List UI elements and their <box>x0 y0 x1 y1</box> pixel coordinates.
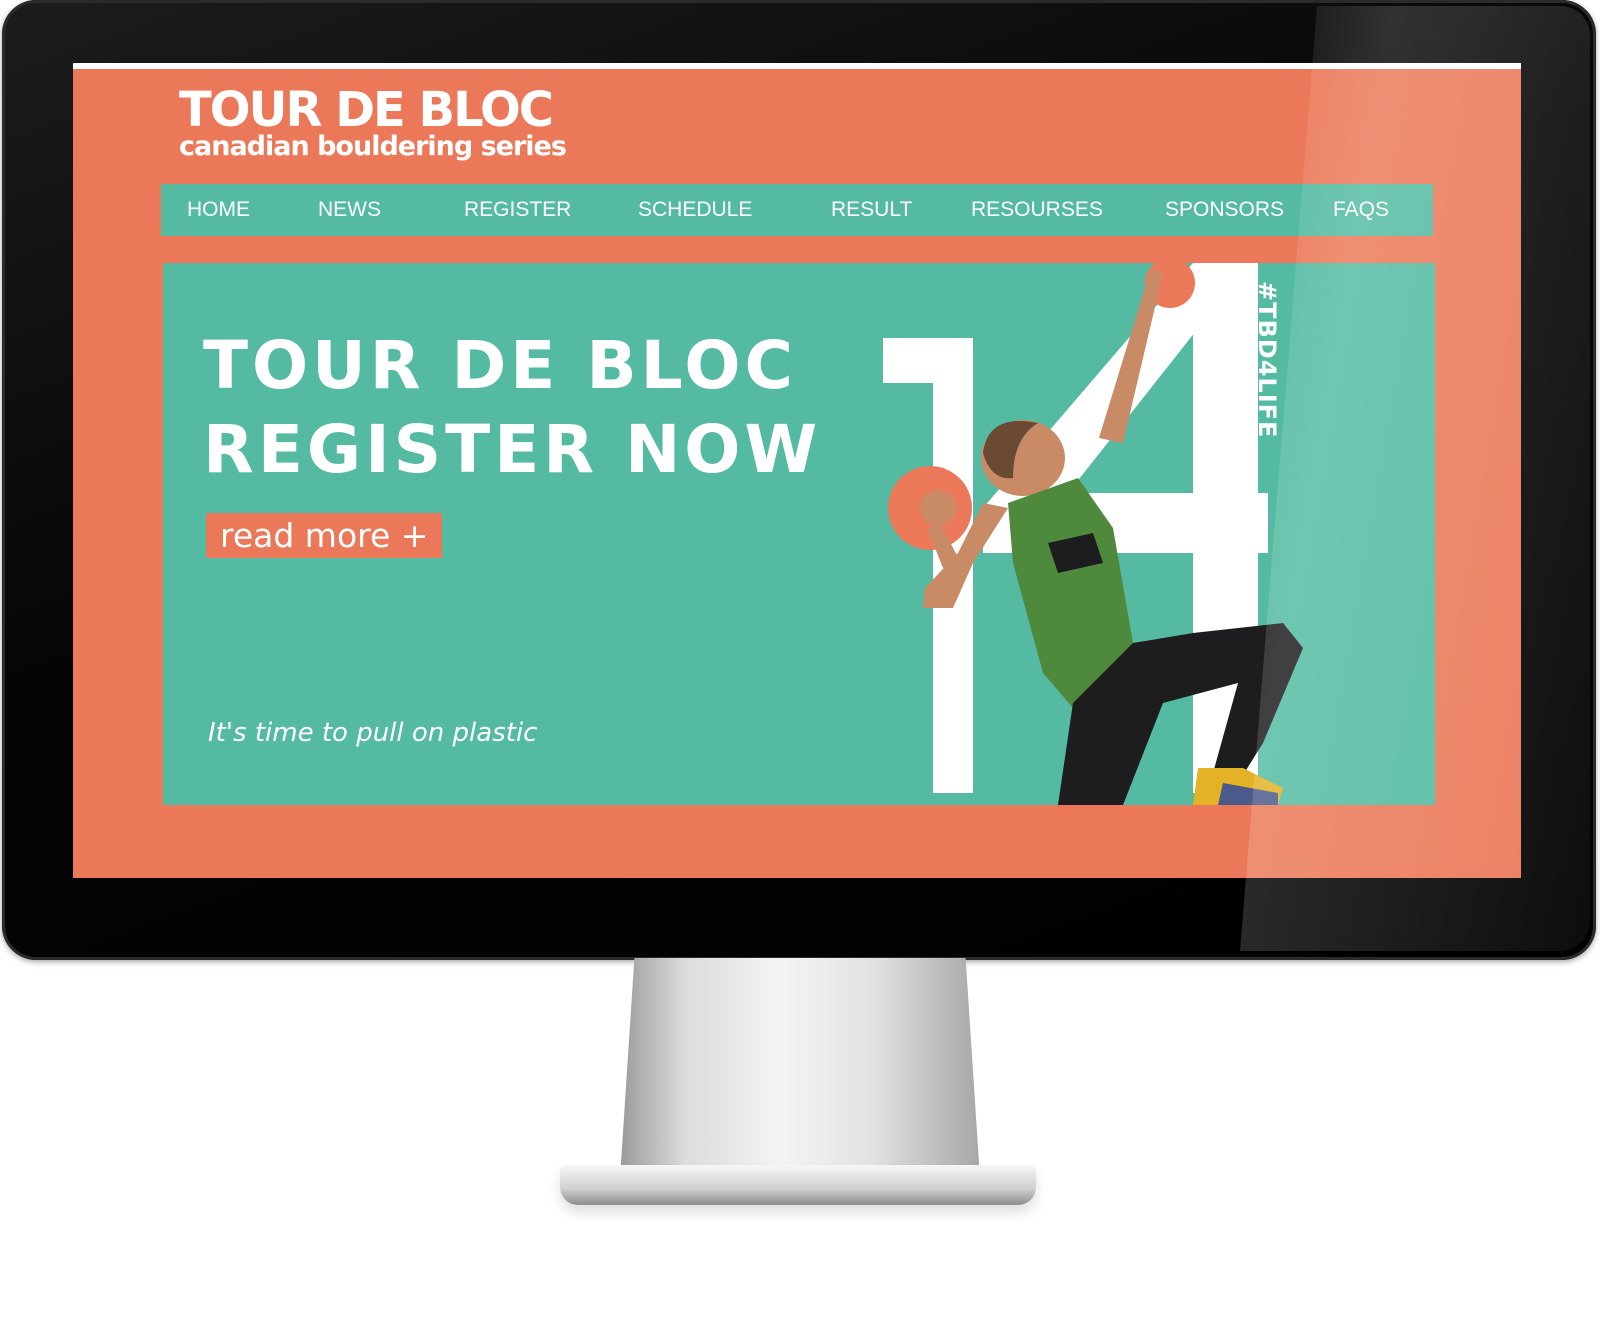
logo-title: TOUR DE BLOC <box>179 82 554 138</box>
website-screen: TOUR DE BLOC canadian bouldering series … <box>73 63 1521 878</box>
site-logo[interactable]: TOUR DE BLOC canadian bouldering series <box>179 82 567 162</box>
hashtag-label: #TBD4LIFE <box>1253 281 1281 439</box>
main-nav: HOME NEWS REGISTER SCHEDULE RESULT RESOU… <box>161 184 1433 236</box>
nav-item-home[interactable]: HOME <box>187 198 250 222</box>
nav-item-result[interactable]: RESULT <box>831 198 912 222</box>
hero-banner: TOUR DE BLOC REGISTER NOW read more + It… <box>163 263 1435 805</box>
read-more-button[interactable]: read more + <box>206 513 443 558</box>
nav-item-sponsors[interactable]: SPONSORS <box>1165 198 1284 222</box>
hero-headline-2: REGISTER NOW <box>203 411 822 488</box>
nav-item-resourses[interactable]: RESOURSES <box>971 198 1103 222</box>
logo-subtitle: canadian bouldering series <box>179 131 567 162</box>
monitor-stand-base <box>560 1165 1036 1205</box>
nav-item-news[interactable]: NEWS <box>318 198 381 222</box>
monitor-stand <box>620 958 980 1178</box>
hero-climber-graphic <box>883 263 1303 805</box>
nav-item-schedule[interactable]: SCHEDULE <box>638 198 752 222</box>
nav-item-register[interactable]: REGISTER <box>464 198 571 222</box>
hero-tagline: It's time to pull on plastic <box>208 718 538 748</box>
nav-item-faqs[interactable]: FAQS <box>1333 198 1389 222</box>
hero-headline-1: TOUR DE BLOC <box>203 327 797 404</box>
